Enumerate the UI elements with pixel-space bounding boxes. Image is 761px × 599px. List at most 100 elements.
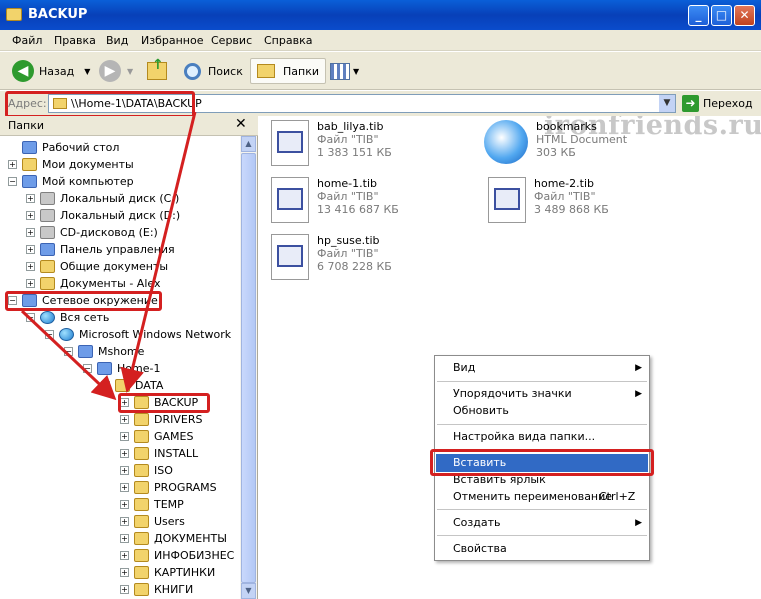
tree-item[interactable]: + Общие документы [26, 258, 168, 275]
tree-item[interactable]: Рабочий стол [8, 139, 119, 156]
expand-icon[interactable]: + [120, 449, 129, 458]
file-name: home-1.tib [317, 177, 378, 190]
expand-icon[interactable]: + [26, 211, 35, 220]
tree-item[interactable]: + Мои документы [8, 156, 134, 173]
folder-icon [134, 566, 149, 579]
menu-help[interactable]: Справка [264, 34, 312, 47]
up-button[interactable]: ↑ [147, 57, 167, 84]
collapse-icon[interactable]: − [64, 347, 73, 356]
window-glyph-icon [277, 188, 303, 210]
tree-item[interactable]: + КАРТИНКИ [120, 564, 215, 581]
views-button[interactable]: ▼ [330, 58, 359, 84]
minimize-button[interactable]: _ [688, 5, 709, 26]
expand-icon[interactable]: + [26, 262, 35, 271]
tib-file-icon [271, 177, 309, 223]
tree-item[interactable]: − DATA [101, 377, 163, 394]
tree-item[interactable]: + GAMES [120, 428, 193, 445]
tree-item[interactable]: + Локальный диск (C:) [26, 190, 179, 207]
menu-item-customize[interactable]: Настройка вида папки... [436, 428, 648, 446]
collapse-icon[interactable]: − [8, 177, 17, 186]
expand-icon[interactable]: + [120, 568, 129, 577]
collapse-icon[interactable]: − [45, 330, 54, 339]
collapse-icon[interactable]: − [101, 381, 110, 390]
forward-button[interactable]: ▶ ▼ [99, 58, 133, 84]
tree-item[interactable]: + КНИГИ [120, 581, 193, 598]
file-item[interactable]: home-1.tib Файл "TIB" 13 416 687 КБ [271, 177, 399, 223]
tree-item[interactable]: + Users [120, 513, 185, 530]
expand-icon[interactable]: + [26, 194, 35, 203]
tree-item[interactable]: − Mshome [64, 343, 144, 360]
file-size: 1 383 151 КБ [317, 146, 392, 159]
menu-item-arrange[interactable]: Упорядочить значки ▶ [436, 385, 648, 403]
tree-item[interactable]: + CD-дисковод (E:) [26, 224, 158, 241]
file-type: Файл "TIB" [534, 190, 596, 203]
expand-icon[interactable]: + [120, 466, 129, 475]
expand-icon[interactable]: + [26, 279, 35, 288]
tree-item[interactable]: − Microsoft Windows Network [45, 326, 231, 343]
expand-icon[interactable]: + [120, 551, 129, 560]
close-button[interactable]: ✕ [734, 5, 755, 26]
tree-item-label: DRIVERS [154, 413, 203, 426]
menu-item-undo-rename[interactable]: Отменить переименование Ctrl+Z [436, 488, 648, 506]
menu-item-new[interactable]: Создать ▶ [436, 514, 648, 532]
menu-file[interactable]: Файл [12, 34, 42, 47]
menu-tools[interactable]: Сервис [211, 34, 252, 47]
file-item[interactable]: bookmarks HTML Document 303 КБ [484, 120, 627, 164]
expand-icon[interactable]: + [120, 432, 129, 441]
tree-item[interactable]: + INSTALL [120, 445, 198, 462]
menu-item-refresh[interactable]: Обновить [436, 402, 648, 420]
menu-item-view[interactable]: Вид ▶ [436, 359, 648, 377]
folder-icon [22, 158, 37, 171]
maximize-button[interactable]: □ [711, 5, 732, 26]
file-item[interactable]: bab_lilya.tib Файл "TIB" 1 383 151 КБ [271, 120, 392, 166]
expand-icon[interactable]: + [8, 160, 17, 169]
menu-item-properties[interactable]: Свойства [436, 540, 648, 558]
menu-view[interactable]: Вид [106, 34, 128, 47]
expand-icon[interactable]: + [120, 500, 129, 509]
menu-favorites[interactable]: Избранное [141, 34, 203, 47]
close-icon[interactable]: ✕ [235, 116, 247, 132]
divider [437, 424, 647, 425]
scroll-up-icon[interactable]: ▲ [241, 136, 256, 152]
tree-item[interactable]: + TEMP [120, 496, 184, 513]
scrollbar-thumb[interactable] [241, 153, 256, 583]
collapse-icon[interactable]: − [83, 364, 92, 373]
tree-item[interactable]: − Мой компьютер [8, 173, 134, 190]
chevron-down-icon[interactable]: ▼ [353, 67, 359, 76]
tree-item[interactable]: + Панель управления [26, 241, 175, 258]
tree-item-label: INSTALL [154, 447, 199, 460]
submenu-arrow-icon: ▶ [635, 363, 642, 373]
tree-item[interactable]: + Документы - Alex [26, 275, 160, 292]
tree-item[interactable]: + Локальный диск (D:) [26, 207, 180, 224]
expand-icon[interactable]: + [120, 415, 129, 424]
file-item[interactable]: hp_suse.tib Файл "TIB" 6 708 228 КБ [271, 234, 392, 280]
expand-icon[interactable]: + [26, 245, 35, 254]
chevron-down-icon[interactable]: ▼ [84, 67, 90, 76]
menu-edit[interactable]: Правка [54, 34, 96, 47]
tree-item[interactable]: + ISO [120, 462, 173, 479]
expand-icon[interactable]: + [120, 585, 129, 594]
tree-item[interactable]: − Home-1 [83, 360, 160, 377]
expand-icon[interactable]: + [120, 483, 129, 492]
collapse-icon[interactable]: − [26, 313, 35, 322]
file-size: 303 КБ [536, 146, 576, 159]
search-button[interactable]: Поиск [184, 58, 243, 84]
tree-item[interactable]: + PROGRAMS [120, 479, 217, 496]
tree-item[interactable]: + DRIVERS [120, 411, 202, 428]
tree-item[interactable]: + ДОКУМЕНТЫ [120, 530, 227, 547]
chevron-down-icon[interactable]: ▼ [127, 67, 133, 76]
forward-arrow-icon: ▶ [99, 60, 121, 82]
scroll-down-icon[interactable]: ▼ [241, 583, 256, 599]
expand-icon[interactable]: + [120, 517, 129, 526]
tree-item[interactable]: − Вся сеть [26, 309, 109, 326]
file-item[interactable]: home-2.tib Файл "TIB" 3 489 868 КБ [488, 177, 609, 223]
go-button[interactable]: ➜ Переход [682, 95, 753, 112]
chevron-down-icon[interactable]: ▼ [659, 95, 675, 112]
expand-icon[interactable]: + [120, 534, 129, 543]
folders-button[interactable]: Папки [250, 58, 326, 84]
back-button[interactable]: ◀ Назад ▼ [12, 58, 90, 84]
tree-item[interactable]: + ИНФОБИЗНЕС [120, 547, 234, 564]
tib-file-icon [271, 120, 309, 166]
expand-icon[interactable]: + [26, 228, 35, 237]
scrollbar[interactable]: ▲ ▼ [240, 136, 257, 599]
